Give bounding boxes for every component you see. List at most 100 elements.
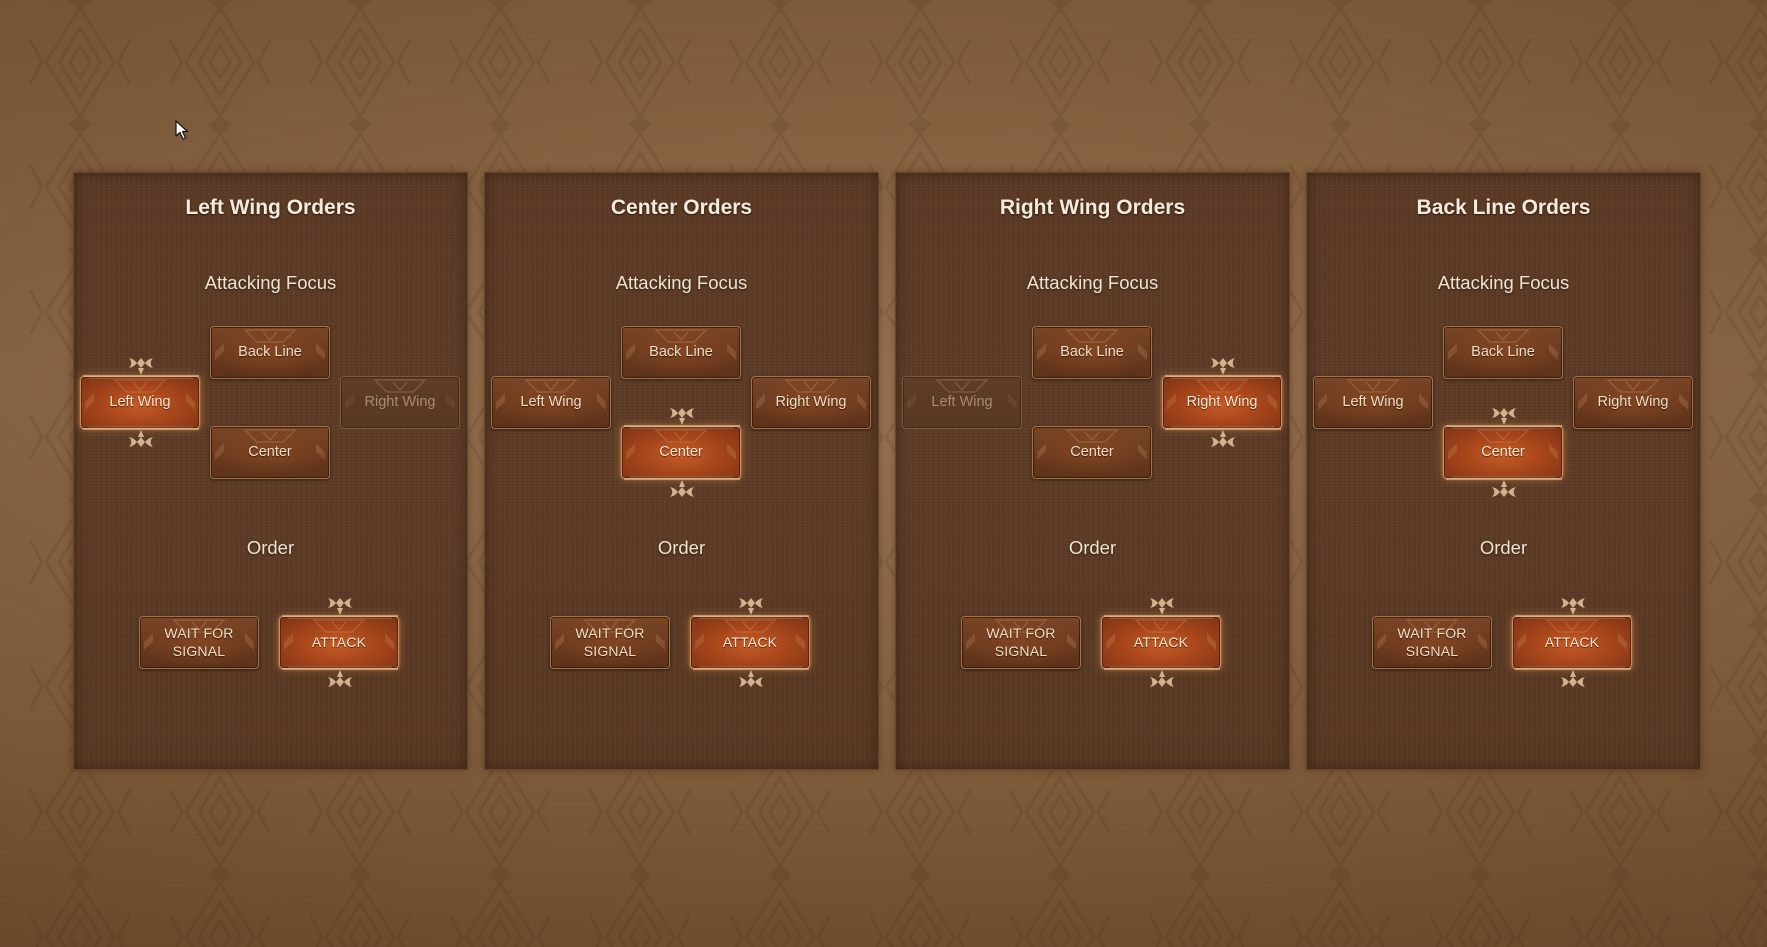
ornament-icon <box>1104 598 1220 619</box>
ornament-icon <box>624 476 740 497</box>
button-label: Back Line <box>1471 344 1535 361</box>
wait-for-signal-button[interactable]: WAIT FOR SIGNAL <box>1372 616 1492 669</box>
button-label: Center <box>659 444 703 461</box>
order-label: Order <box>657 537 706 558</box>
panel-title: Center Orders <box>610 196 753 219</box>
order-label: Order <box>1068 537 1117 558</box>
ornament-icon <box>1515 666 1631 687</box>
button-label: ATTACK <box>1544 633 1600 650</box>
ornament-icon <box>282 598 398 619</box>
ornament-icon <box>1446 476 1562 497</box>
attacking-focus-label: Attacking Focus <box>204 272 337 293</box>
ornament-icon <box>693 666 809 687</box>
button-label: Back Line <box>238 344 302 361</box>
crest-icon <box>654 429 708 443</box>
crest-icon <box>1545 619 1599 633</box>
button-label: Center <box>1481 444 1525 461</box>
crest-icon <box>373 379 427 393</box>
crest-icon <box>243 329 297 343</box>
crest-icon <box>1065 429 1119 443</box>
ornament-icon <box>282 666 398 687</box>
ornament-icon <box>83 358 199 379</box>
focus-center-button[interactable]: Center <box>621 408 741 497</box>
ornament-icon <box>1104 666 1220 687</box>
focus-back-line-button[interactable]: Back Line <box>210 326 330 379</box>
button-label: WAIT FOR SIGNAL <box>575 625 645 659</box>
ornament-icon <box>1446 408 1562 429</box>
button-label: Left Wing <box>931 394 993 411</box>
focus-center-button[interactable]: Center <box>210 426 330 479</box>
button-label: Left Wing <box>1342 394 1404 411</box>
orders-panel-4: Back Line Orders Attacking Focus Back Li… <box>1306 172 1701 770</box>
crest-icon <box>1195 379 1249 393</box>
button-label: Back Line <box>649 344 713 361</box>
button-label: Center <box>1070 444 1114 461</box>
crest-icon <box>243 429 297 443</box>
focus-left-wing-button[interactable]: Left Wing <box>491 376 611 429</box>
orders-panel-3: Right Wing Orders Attacking Focus Back L… <box>895 172 1290 770</box>
button-label: Right Wing <box>364 394 436 411</box>
orders-panel-2: Center Orders Attacking Focus Back Line … <box>484 172 879 770</box>
attack-button[interactable]: ATTACK <box>1512 598 1632 687</box>
focus-right-wing-button[interactable]: Right Wing <box>751 376 871 429</box>
button-label: WAIT FOR SIGNAL <box>1397 625 1467 659</box>
ornament-icon <box>693 598 809 619</box>
mouse-pointer-icon <box>175 120 189 140</box>
crest-icon <box>1476 329 1530 343</box>
panel-title: Back Line Orders <box>1416 196 1591 219</box>
ornament-icon <box>624 408 740 429</box>
focus-back-line-button[interactable]: Back Line <box>621 326 741 379</box>
button-label: ATTACK <box>1133 633 1189 650</box>
orders-panels: Left Wing Orders Attacking Focus Back Li… <box>73 172 1703 772</box>
button-label: WAIT FOR SIGNAL <box>986 625 1056 659</box>
ornament-icon <box>83 426 199 447</box>
crest-icon <box>935 379 989 393</box>
button-label: ATTACK <box>722 633 778 650</box>
crest-icon <box>1606 379 1660 393</box>
focus-left-wing-button[interactable]: Left Wing <box>80 358 200 447</box>
attacking-focus-label: Attacking Focus <box>615 272 748 293</box>
focus-left-wing-button[interactable]: Left Wing <box>1313 376 1433 429</box>
order-label: Order <box>246 537 295 558</box>
button-label: Right Wing <box>1597 394 1669 411</box>
button-label: Right Wing <box>775 394 847 411</box>
crest-icon <box>1065 329 1119 343</box>
focus-right-wing-button[interactable]: Right Wing <box>1162 358 1282 447</box>
button-label: Center <box>248 444 292 461</box>
crest-icon <box>723 619 777 633</box>
wait-for-signal-button[interactable]: WAIT FOR SIGNAL <box>961 616 1081 669</box>
attacking-focus-label: Attacking Focus <box>1437 272 1570 293</box>
crest-icon <box>1346 379 1400 393</box>
attack-button[interactable]: ATTACK <box>690 598 810 687</box>
crest-icon <box>113 379 167 393</box>
button-label: Left Wing <box>520 394 582 411</box>
button-label: Left Wing <box>109 394 171 411</box>
focus-right-wing-button[interactable]: Right Wing <box>1573 376 1693 429</box>
focus-left-wing-button[interactable]: Left Wing <box>902 376 1022 429</box>
crest-icon <box>1476 429 1530 443</box>
crest-icon <box>654 329 708 343</box>
button-label: Right Wing <box>1186 394 1258 411</box>
focus-center-button[interactable]: Center <box>1032 426 1152 479</box>
button-label: Back Line <box>1060 344 1124 361</box>
attack-button[interactable]: ATTACK <box>279 598 399 687</box>
focus-back-line-button[interactable]: Back Line <box>1032 326 1152 379</box>
ornament-icon <box>1165 358 1281 379</box>
focus-center-button[interactable]: Center <box>1443 408 1563 497</box>
crest-icon <box>1134 619 1188 633</box>
focus-back-line-button[interactable]: Back Line <box>1443 326 1563 379</box>
wait-for-signal-button[interactable]: WAIT FOR SIGNAL <box>139 616 259 669</box>
focus-right-wing-button[interactable]: Right Wing <box>340 376 460 429</box>
attack-button[interactable]: ATTACK <box>1101 598 1221 687</box>
orders-panel-1: Left Wing Orders Attacking Focus Back Li… <box>73 172 468 770</box>
attacking-focus-label: Attacking Focus <box>1026 272 1159 293</box>
panel-title: Left Wing Orders <box>185 196 356 219</box>
crest-icon <box>312 619 366 633</box>
crest-icon <box>524 379 578 393</box>
ornament-icon <box>1515 598 1631 619</box>
ornament-icon <box>1165 426 1281 447</box>
crest-icon <box>784 379 838 393</box>
wait-for-signal-button[interactable]: WAIT FOR SIGNAL <box>550 616 670 669</box>
button-label: ATTACK <box>311 633 367 650</box>
order-label: Order <box>1479 537 1528 558</box>
